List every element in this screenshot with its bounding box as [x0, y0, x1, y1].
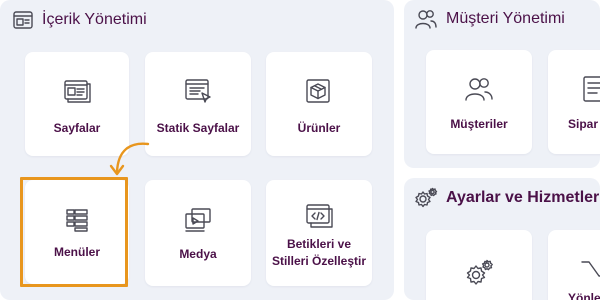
- card-custom-scripts[interactable]: Betikleri ve Stilleri Özelleştir: [266, 180, 372, 286]
- content-management-header: İçerik Yönetimi: [12, 9, 147, 31]
- products-icon: [304, 76, 334, 106]
- customer-management-icon: [414, 8, 438, 30]
- card-custom-scripts-label: Betikleri ve Stilleri Özelleştir: [271, 237, 367, 268]
- card-orders[interactable]: Sipar: [548, 50, 600, 154]
- menus-highlight-box: [20, 177, 128, 287]
- customer-management-panel: Müşteri Yönetimi Müşteriler Sipar: [404, 0, 600, 168]
- customer-management-header: Müşteri Yönetimi: [414, 8, 565, 30]
- settings-services-panel: Ayarlar ve Hizmetler Yönler: [404, 178, 600, 300]
- card-media-label: Medya: [179, 247, 217, 261]
- pages-icon: [62, 76, 92, 106]
- settings-services-icon: [414, 187, 438, 209]
- card-redirects-label: Yönler: [568, 291, 600, 300]
- code-icon: [304, 202, 334, 230]
- card-static-pages-label: Statik Sayfalar: [156, 121, 240, 135]
- card-customers-label: Müşteriler: [450, 117, 508, 131]
- card-products-label: Ürünler: [297, 121, 341, 135]
- settings-gear-icon: [464, 258, 494, 288]
- redirect-icon: [579, 254, 600, 284]
- content-management-icon: [12, 9, 34, 31]
- card-orders-label: Sipar: [568, 117, 599, 131]
- card-static-pages[interactable]: Statik Sayfalar: [145, 52, 251, 156]
- customer-management-title: Müşteri Yönetimi: [446, 10, 565, 27]
- orders-icon: [581, 74, 600, 104]
- card-redirects[interactable]: Yönler: [548, 230, 600, 300]
- media-icon: [183, 206, 213, 234]
- card-customers[interactable]: Müşteriler: [426, 50, 532, 154]
- card-media[interactable]: Medya: [145, 180, 251, 286]
- customers-icon: [463, 74, 495, 104]
- settings-services-header: Ayarlar ve Hizmetler: [414, 187, 599, 209]
- static-pages-icon: [183, 76, 213, 106]
- content-management-title: İçerik Yönetimi: [42, 11, 147, 28]
- card-settings[interactable]: [426, 230, 532, 300]
- settings-services-title: Ayarlar ve Hizmetler: [446, 189, 600, 206]
- curved-arrow-icon: [109, 142, 150, 176]
- card-products[interactable]: Ürünler: [266, 52, 372, 156]
